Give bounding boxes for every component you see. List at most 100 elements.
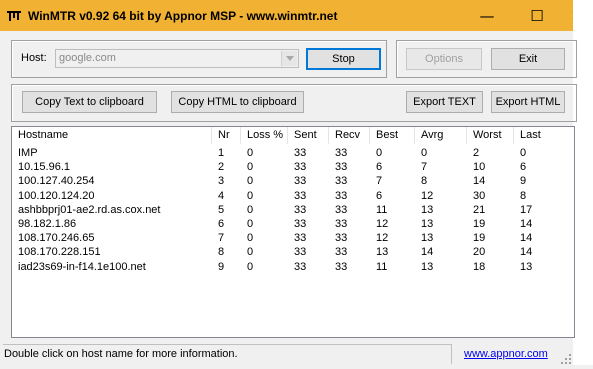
column-header-nr[interactable]: Nr bbox=[212, 127, 241, 144]
table-cell: 2 bbox=[218, 161, 225, 174]
hostname-cell[interactable]: 98.182.1.86 bbox=[18, 217, 76, 231]
table-cell: 0 bbox=[247, 203, 254, 216]
table-cell: 33 bbox=[294, 218, 307, 230]
table-cell: 0 bbox=[247, 175, 254, 188]
table-cell: 33 bbox=[294, 147, 307, 159]
options-button[interactable]: Options bbox=[406, 48, 482, 70]
table-cell: 33 bbox=[294, 260, 307, 273]
table-row[interactable]: IMP 1 0 33 33 0 0 2 0 bbox=[12, 146, 574, 160]
table-cell: 13 bbox=[421, 260, 434, 273]
winmtr-app-icon bbox=[7, 10, 21, 22]
status-message: Double click on host name for more infor… bbox=[4, 348, 238, 360]
table-cell: 0 bbox=[247, 232, 254, 245]
table-cell: 33 bbox=[294, 246, 307, 259]
table-cell: 12 bbox=[376, 232, 389, 245]
table-cell: 33 bbox=[335, 189, 348, 202]
column-header-avrg[interactable]: Avrg bbox=[415, 127, 467, 144]
appnor-link[interactable]: www.appnor.com bbox=[464, 348, 548, 360]
table-cell: 0 bbox=[247, 260, 254, 273]
copy-html-button[interactable]: Copy HTML to clipboard bbox=[171, 91, 304, 113]
table-cell: 3 bbox=[218, 175, 225, 188]
table-cell: 13 bbox=[376, 246, 389, 259]
table-cell: 17 bbox=[520, 203, 533, 216]
table-cell: 33 bbox=[335, 147, 348, 159]
table-cell: 19 bbox=[473, 232, 486, 245]
table-cell: 33 bbox=[335, 175, 348, 188]
column-header-recv[interactable]: Recv bbox=[329, 127, 370, 144]
hostname-cell[interactable]: ashbbprj01-ae2.rd.as.cox.net bbox=[18, 203, 160, 217]
table-row[interactable]: 108.170.228.151 8 0 33 33 13 14 20 14 bbox=[12, 245, 574, 259]
table-cell: 5 bbox=[218, 203, 225, 216]
chevron-down-icon[interactable] bbox=[281, 51, 297, 66]
table-row[interactable]: 10.15.96.1 2 0 33 33 6 7 10 6 bbox=[12, 160, 574, 174]
window-title: WinMTR v0.92 64 bit by Appnor MSP - www.… bbox=[28, 8, 338, 23]
table-cell: 0 bbox=[247, 147, 254, 159]
table-cell: 13 bbox=[520, 260, 533, 273]
table-cell: 30 bbox=[473, 189, 486, 202]
table-cell: 7 bbox=[421, 161, 428, 174]
table-cell: 2 bbox=[473, 147, 480, 159]
minimize-icon[interactable]: — bbox=[469, 0, 505, 31]
hostname-cell[interactable]: 10.15.96.1 bbox=[18, 160, 70, 174]
hostname-cell[interactable]: IMP bbox=[18, 146, 38, 160]
resize-grip-icon[interactable] bbox=[560, 350, 572, 364]
table-row[interactable]: 100.127.40.254 3 0 33 33 7 8 14 9 bbox=[12, 174, 574, 188]
hostname-cell[interactable]: 108.170.228.151 bbox=[18, 245, 101, 259]
copy-text-button[interactable]: Copy Text to clipboard bbox=[22, 91, 157, 113]
table-cell: 14 bbox=[520, 246, 533, 259]
table-cell: 10 bbox=[473, 161, 486, 174]
stop-button[interactable]: Stop bbox=[306, 48, 381, 70]
table-cell: 0 bbox=[376, 147, 383, 159]
column-header-loss[interactable]: Loss % bbox=[241, 127, 288, 144]
table-cell: 33 bbox=[335, 260, 348, 273]
table-cell: 12 bbox=[376, 218, 389, 230]
table-row[interactable]: 100.120.124.20 4 0 33 33 6 12 30 8 bbox=[12, 189, 574, 203]
table-cell: 11 bbox=[376, 260, 388, 273]
table-cell: 7 bbox=[376, 175, 383, 188]
export-html-button[interactable]: Export HTML bbox=[491, 91, 565, 113]
table-row[interactable]: ashbbprj01-ae2.rd.as.cox.net 5 0 33 33 11 13 21… bbox=[12, 203, 574, 217]
table-cell: 6 bbox=[376, 161, 383, 174]
hostname-cell[interactable]: iad23s69-in-f14.1e100.net bbox=[18, 260, 146, 274]
export-text-button[interactable]: Export TEXT bbox=[406, 91, 483, 113]
table-cell: 8 bbox=[421, 175, 428, 188]
table-row[interactable]: iad23s69-in-f14.1e100.net 9 0 33 33 11 13 18 13 bbox=[12, 260, 574, 274]
column-header-best[interactable]: Best bbox=[370, 127, 415, 144]
table-cell: 20 bbox=[473, 246, 486, 259]
column-header-sent[interactable]: Sent bbox=[288, 127, 329, 144]
table-cell: 33 bbox=[294, 203, 307, 216]
host-combobox[interactable]: google.com bbox=[55, 49, 299, 68]
table-cell: 21 bbox=[473, 203, 486, 216]
exit-button[interactable]: Exit bbox=[491, 48, 565, 70]
maximize-icon[interactable]: ☐ bbox=[519, 0, 555, 31]
host-input[interactable]: google.com bbox=[59, 52, 116, 64]
table-cell: 0 bbox=[520, 147, 527, 159]
table-cell: 9 bbox=[218, 260, 225, 273]
results-table[interactable]: Hostname Nr Loss % Sent Recv Best Avrg W… bbox=[11, 126, 575, 338]
table-cell: 6 bbox=[218, 218, 225, 230]
host-label: Host: bbox=[21, 52, 47, 64]
table-cell: 0 bbox=[247, 189, 254, 202]
table-cell: 6 bbox=[376, 189, 383, 202]
table-row[interactable]: 98.182.1.86 6 0 33 33 12 13 19 14 bbox=[12, 217, 574, 231]
column-header-worst[interactable]: Worst bbox=[467, 127, 514, 144]
table-cell: 8 bbox=[218, 246, 225, 259]
table-cell: 33 bbox=[294, 232, 307, 245]
column-header-last[interactable]: Last bbox=[514, 127, 574, 144]
table-cell: 33 bbox=[335, 232, 348, 245]
table-cell: 8 bbox=[520, 189, 527, 202]
hostname-cell[interactable]: 108.170.246.65 bbox=[18, 231, 94, 245]
hostname-cell[interactable]: 100.127.40.254 bbox=[18, 174, 94, 188]
table-cell: 13 bbox=[421, 203, 434, 216]
table-cell: 0 bbox=[247, 246, 254, 259]
table-cell: 33 bbox=[294, 161, 307, 174]
table-cell: 33 bbox=[335, 203, 348, 216]
table-cell: 0 bbox=[247, 161, 254, 174]
table-cell: 14 bbox=[520, 232, 533, 245]
table-cell: 33 bbox=[294, 175, 307, 188]
hostname-cell[interactable]: 100.120.124.20 bbox=[18, 189, 94, 203]
column-header-hostname[interactable]: Hostname bbox=[12, 127, 212, 144]
table-cell: 14 bbox=[421, 246, 434, 259]
table-cell: 33 bbox=[294, 189, 307, 202]
table-row[interactable]: 108.170.246.65 7 0 33 33 12 13 19 14 bbox=[12, 231, 574, 245]
